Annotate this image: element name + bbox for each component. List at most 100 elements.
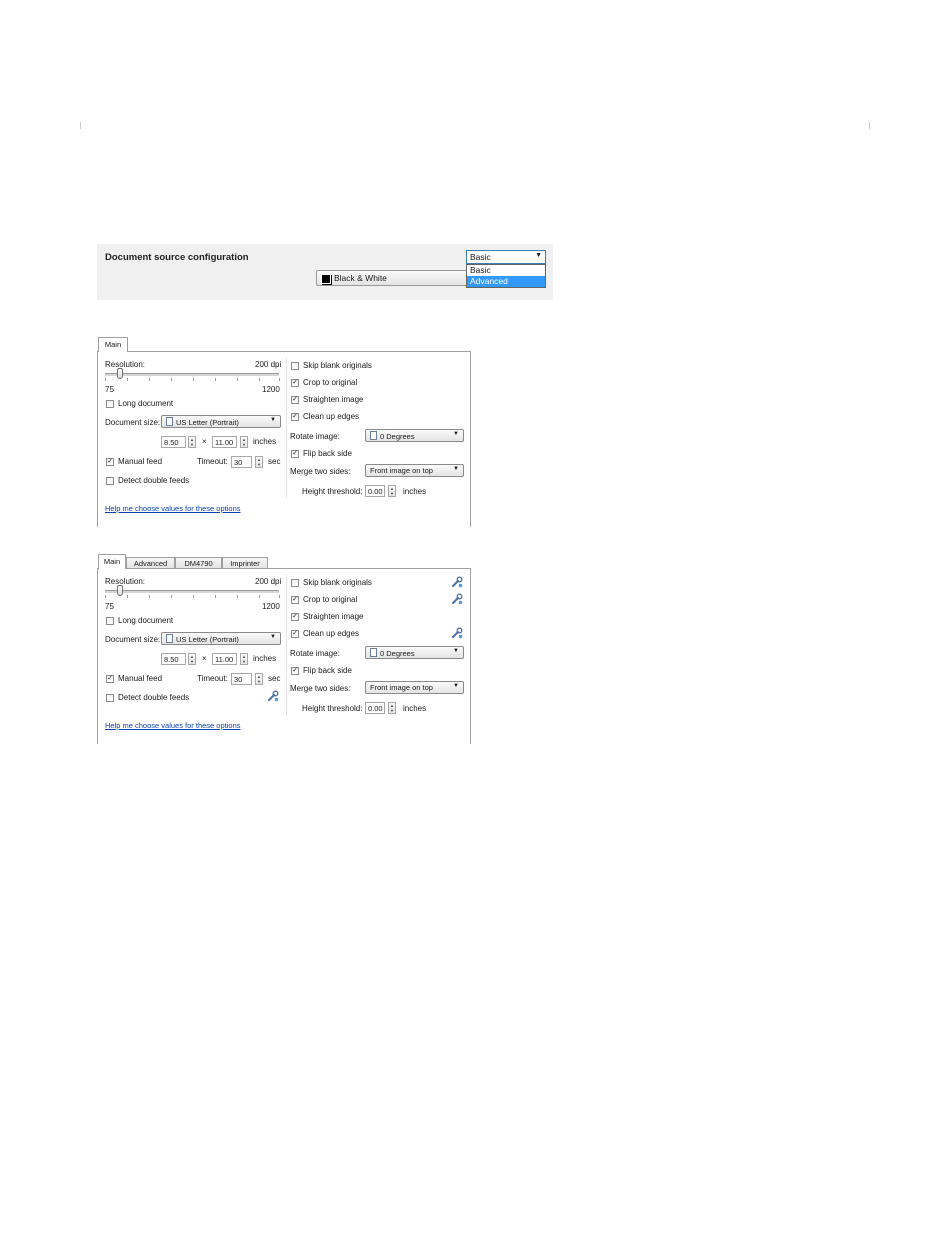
chevron-down-icon: ▼ — [453, 648, 459, 654]
manual-feed-checkbox[interactable]: ✓ — [106, 675, 114, 683]
merge-two-sides-label: Merge two sides: — [290, 467, 351, 476]
timeout-stepper[interactable] — [255, 456, 263, 468]
skip-blank-checkbox[interactable] — [291, 362, 299, 370]
height-stepper[interactable] — [240, 653, 248, 665]
document-source-configuration-panel: Document source configuration Black & Wh… — [97, 244, 553, 300]
height-threshold-stepper[interactable] — [388, 702, 396, 714]
help-link[interactable]: Help me choose values for these options — [105, 504, 241, 513]
wrench-settings-icon[interactable] — [451, 627, 463, 639]
scanner-settings-panel-advanced: Main Advanced DM4790 Imprinter Resolutio… — [97, 554, 471, 744]
height-threshold-label: Height threshold: — [302, 704, 363, 713]
slider-tick — [171, 378, 172, 381]
merge-two-sides-select[interactable]: Front image on top ▼ — [365, 681, 464, 694]
height-input[interactable]: 11.00 — [212, 436, 237, 448]
resolution-slider-track[interactable] — [105, 590, 279, 593]
size-units-label: inches — [253, 437, 277, 446]
long-document-checkbox[interactable] — [106, 400, 114, 408]
skip-blank-checkbox[interactable] — [291, 579, 299, 587]
tab-main[interactable]: Main — [98, 554, 126, 569]
mode-dropdown-list: Basic Advanced — [466, 264, 546, 288]
slider-tick — [259, 595, 260, 598]
color-mode-label: Black & White — [334, 273, 387, 283]
chevron-down-icon: ▼ — [270, 634, 276, 640]
slider-tick — [149, 378, 150, 381]
tab-content-main: Resolution: 200 dpi 75 1200 Long documen… — [97, 351, 471, 527]
slider-tick — [279, 378, 280, 381]
straighten-image-label: Straighten image — [303, 395, 364, 404]
page-margin-mark-left — [80, 122, 81, 129]
document-icon — [370, 648, 377, 657]
help-link[interactable]: Help me choose values for these options — [105, 721, 241, 730]
rotate-image-select[interactable]: 0 Degrees ▼ — [365, 646, 464, 659]
resolution-slider-track[interactable] — [105, 373, 279, 376]
resolution-label: Resolution: — [105, 577, 146, 586]
clean-up-edges-checkbox[interactable]: ✓ — [291, 413, 299, 421]
straighten-image-checkbox[interactable]: ✓ — [291, 396, 299, 404]
size-units-label: inches — [253, 654, 277, 663]
clean-up-edges-checkbox[interactable]: ✓ — [291, 630, 299, 638]
width-stepper[interactable] — [188, 653, 196, 665]
height-threshold-stepper[interactable] — [388, 485, 396, 497]
detect-double-feeds-checkbox[interactable] — [106, 477, 114, 485]
timeout-label: Timeout: — [197, 674, 228, 683]
mode-option-basic[interactable]: Basic — [467, 265, 545, 276]
document-size-label: Document size: — [105, 418, 161, 427]
resolution-slider-thumb[interactable] — [117, 585, 124, 596]
column-divider — [286, 358, 287, 498]
timeout-input[interactable]: 30 — [231, 673, 252, 685]
detect-double-feeds-label: Detect double feeds — [118, 693, 190, 702]
height-threshold-input[interactable]: 0.00 — [365, 702, 385, 714]
timeout-units-label: sec — [268, 674, 281, 683]
timeout-units-label: sec — [268, 457, 281, 466]
color-mode-button[interactable]: Black & White — [316, 270, 468, 286]
resolution-slider-thumb[interactable] — [117, 368, 124, 379]
resolution-value: 200 dpi — [255, 360, 282, 369]
height-input[interactable]: 11.00 — [212, 653, 237, 665]
wrench-settings-icon[interactable] — [451, 593, 463, 605]
slider-tick — [127, 378, 128, 381]
flip-back-side-label: Flip back side — [303, 449, 352, 458]
flip-back-side-checkbox[interactable]: ✓ — [291, 450, 299, 458]
document-size-select[interactable]: US Letter (Portrait) ▼ — [161, 415, 281, 428]
timeout-stepper[interactable] — [255, 673, 263, 685]
resolution-min-label: 75 — [105, 602, 114, 611]
slider-tick — [127, 595, 128, 598]
crop-to-original-checkbox[interactable]: ✓ — [291, 596, 299, 604]
crop-to-original-checkbox[interactable]: ✓ — [291, 379, 299, 387]
resolution-max-label: 1200 — [262, 602, 280, 611]
rotate-image-select[interactable]: 0 Degrees ▼ — [365, 429, 464, 442]
skip-blank-label: Skip blank originals — [303, 578, 372, 587]
chevron-down-icon: ▼ — [270, 417, 276, 423]
height-threshold-input[interactable]: 0.00 — [365, 485, 385, 497]
straighten-image-checkbox[interactable]: ✓ — [291, 613, 299, 621]
mode-select[interactable]: Basic ▼ — [466, 250, 546, 264]
timeout-input[interactable]: 30 — [231, 456, 252, 468]
detect-double-feeds-checkbox[interactable] — [106, 694, 114, 702]
height-threshold-units-label: inches — [403, 487, 427, 496]
slider-tick — [149, 595, 150, 598]
width-input[interactable]: 8.50 — [161, 653, 186, 665]
document-size-value: US Letter (Portrait) — [176, 635, 239, 644]
crop-to-original-label: Crop to original — [303, 378, 358, 387]
document-size-select[interactable]: US Letter (Portrait) ▼ — [161, 632, 281, 645]
wrench-settings-icon[interactable] — [267, 690, 279, 702]
tab-main[interactable]: Main — [98, 337, 128, 352]
slider-tick — [193, 378, 194, 381]
clean-up-edges-label: Clean up edges — [303, 629, 360, 638]
crop-to-original-label: Crop to original — [303, 595, 358, 604]
timeout-label: Timeout: — [197, 457, 228, 466]
long-document-checkbox[interactable] — [106, 617, 114, 625]
slider-tick — [105, 595, 106, 598]
black-white-icon — [321, 274, 331, 284]
flip-back-side-checkbox[interactable]: ✓ — [291, 667, 299, 675]
straighten-image-label: Straighten image — [303, 612, 364, 621]
wrench-settings-icon[interactable] — [451, 576, 463, 588]
merge-two-sides-select[interactable]: Front image on top ▼ — [365, 464, 464, 477]
height-stepper[interactable] — [240, 436, 248, 448]
slider-tick — [171, 595, 172, 598]
manual-feed-checkbox[interactable]: ✓ — [106, 458, 114, 466]
mode-option-advanced[interactable]: Advanced — [467, 276, 545, 287]
width-input[interactable]: 8.50 — [161, 436, 186, 448]
mode-selected-value: Basic — [470, 252, 491, 262]
width-stepper[interactable] — [188, 436, 196, 448]
